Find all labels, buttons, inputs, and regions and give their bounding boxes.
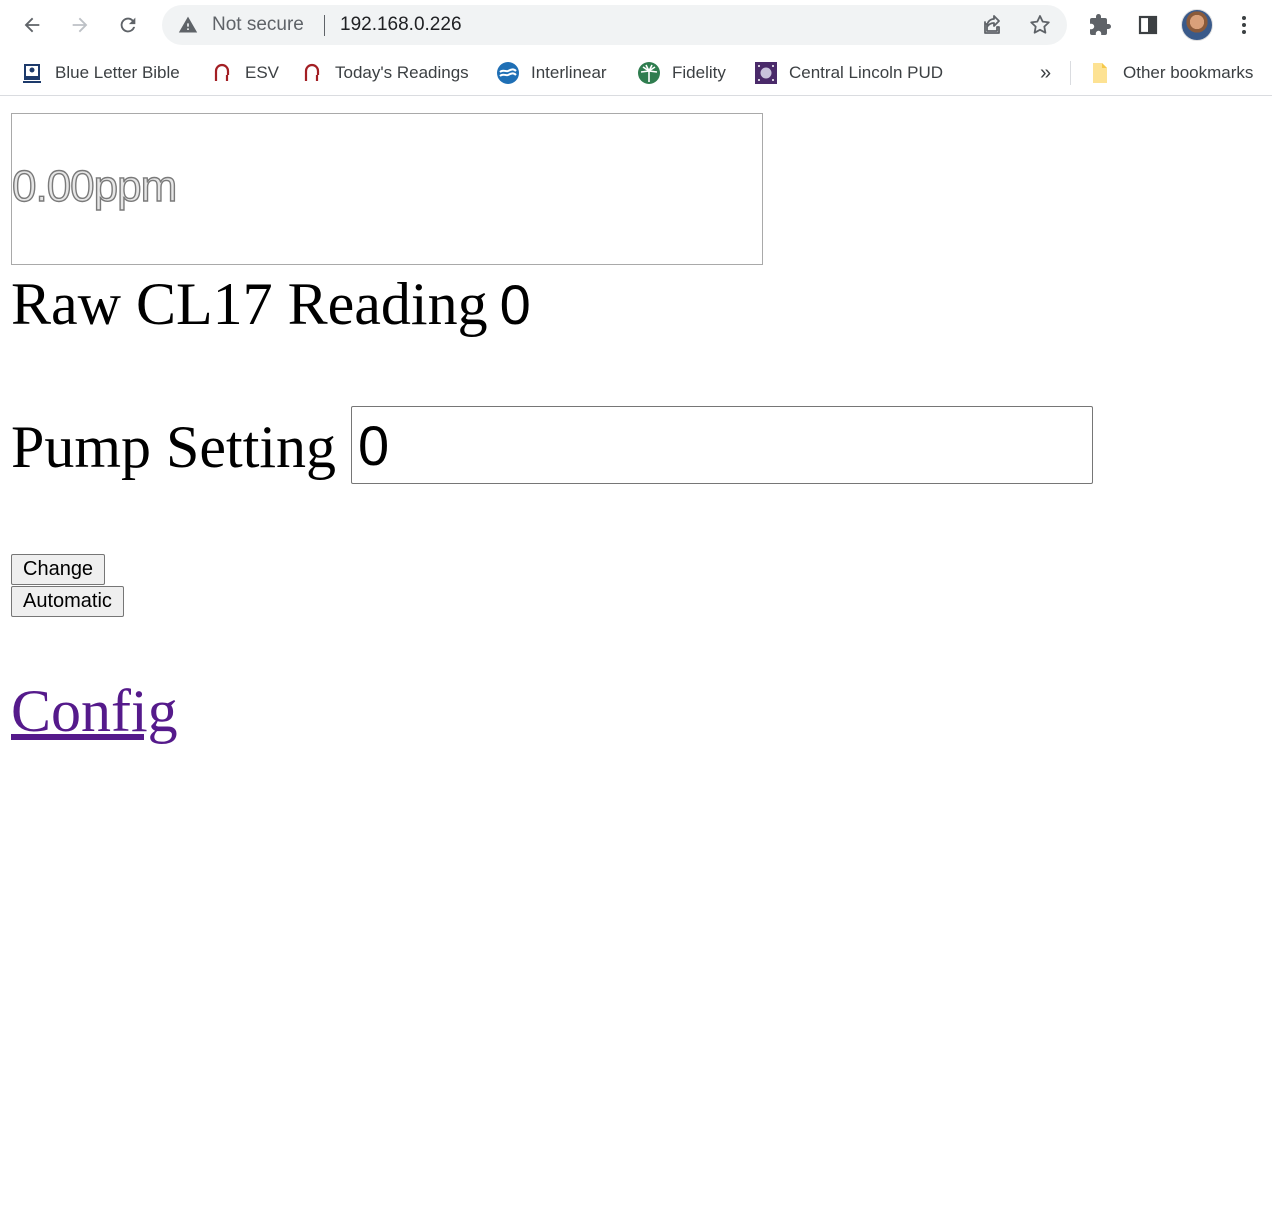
bookmark-item[interactable]: Fidelity xyxy=(637,50,726,96)
fidelity-icon xyxy=(637,61,661,85)
config-link[interactable]: Config xyxy=(11,676,178,746)
warning-icon[interactable] xyxy=(178,15,198,35)
folder-icon xyxy=(1088,61,1112,85)
bookmarks-divider xyxy=(1070,61,1071,85)
esv-icon xyxy=(300,61,324,85)
side-panel-icon[interactable] xyxy=(1136,13,1160,37)
bookmark-item[interactable]: ESV xyxy=(210,50,279,96)
interlinear-icon xyxy=(496,61,520,85)
menu-kebab-icon[interactable] xyxy=(1232,13,1256,37)
other-bookmarks[interactable]: Other bookmarks xyxy=(1088,50,1253,96)
raw-reading-row: Raw CL17 Reading 0 xyxy=(11,269,531,340)
back-button[interactable] xyxy=(15,8,49,42)
raw-reading-label: Raw CL17 Reading xyxy=(11,271,488,337)
share-icon[interactable] xyxy=(980,13,1004,37)
pump-setting-label: Pump Setting xyxy=(11,414,337,480)
url-text[interactable]: 192.168.0.226 xyxy=(340,5,462,45)
bookmark-label: Blue Letter Bible xyxy=(55,63,180,82)
arrow-right-icon xyxy=(72,17,88,33)
security-label[interactable]: Not secure xyxy=(212,5,304,45)
separator xyxy=(324,15,325,36)
other-bookmarks-label: Other bookmarks xyxy=(1123,63,1254,82)
esv-icon xyxy=(210,61,234,85)
browser-toolbar: Not secure 192.168.0.226 xyxy=(0,0,1272,50)
pump-setting-input[interactable] xyxy=(351,406,1093,484)
bookmark-item[interactable]: Blue Letter Bible xyxy=(20,50,180,96)
bookmark-label: Today's Readings xyxy=(335,63,469,82)
bookmarks-bar: Blue Letter Bible ESV Today's Readings I… xyxy=(0,50,1272,96)
pud-icon xyxy=(754,61,778,85)
address-bar[interactable]: Not secure 192.168.0.226 xyxy=(162,5,1067,45)
bookmark-item[interactable]: Central Lincoln PUD xyxy=(754,50,943,96)
ppm-display-frame: 0.00ppm xyxy=(11,113,763,265)
ppm-reading: 0.00ppm xyxy=(11,161,178,211)
reload-button[interactable] xyxy=(111,8,145,42)
forward-button[interactable] xyxy=(63,8,97,42)
automatic-button[interactable]: Automatic xyxy=(11,586,124,617)
bookmark-label: Interlinear xyxy=(531,63,607,82)
bookmark-item[interactable]: Interlinear xyxy=(496,50,607,96)
raw-reading-value: 0 xyxy=(499,273,531,336)
more-bookmarks-chevron[interactable]: » xyxy=(1040,62,1051,85)
reload-icon xyxy=(120,17,136,33)
bookmark-label: Fidelity xyxy=(672,63,726,82)
bible-icon xyxy=(20,61,44,85)
arrow-left-icon xyxy=(24,17,40,33)
bookmark-label: Central Lincoln PUD xyxy=(789,63,944,82)
bookmark-item[interactable]: Today's Readings xyxy=(300,50,469,96)
star-icon[interactable] xyxy=(1028,13,1052,37)
profile-avatar[interactable] xyxy=(1181,9,1213,41)
bookmark-label: ESV xyxy=(245,63,280,82)
change-button[interactable]: Change xyxy=(11,554,106,585)
extensions-icon[interactable] xyxy=(1088,13,1112,37)
